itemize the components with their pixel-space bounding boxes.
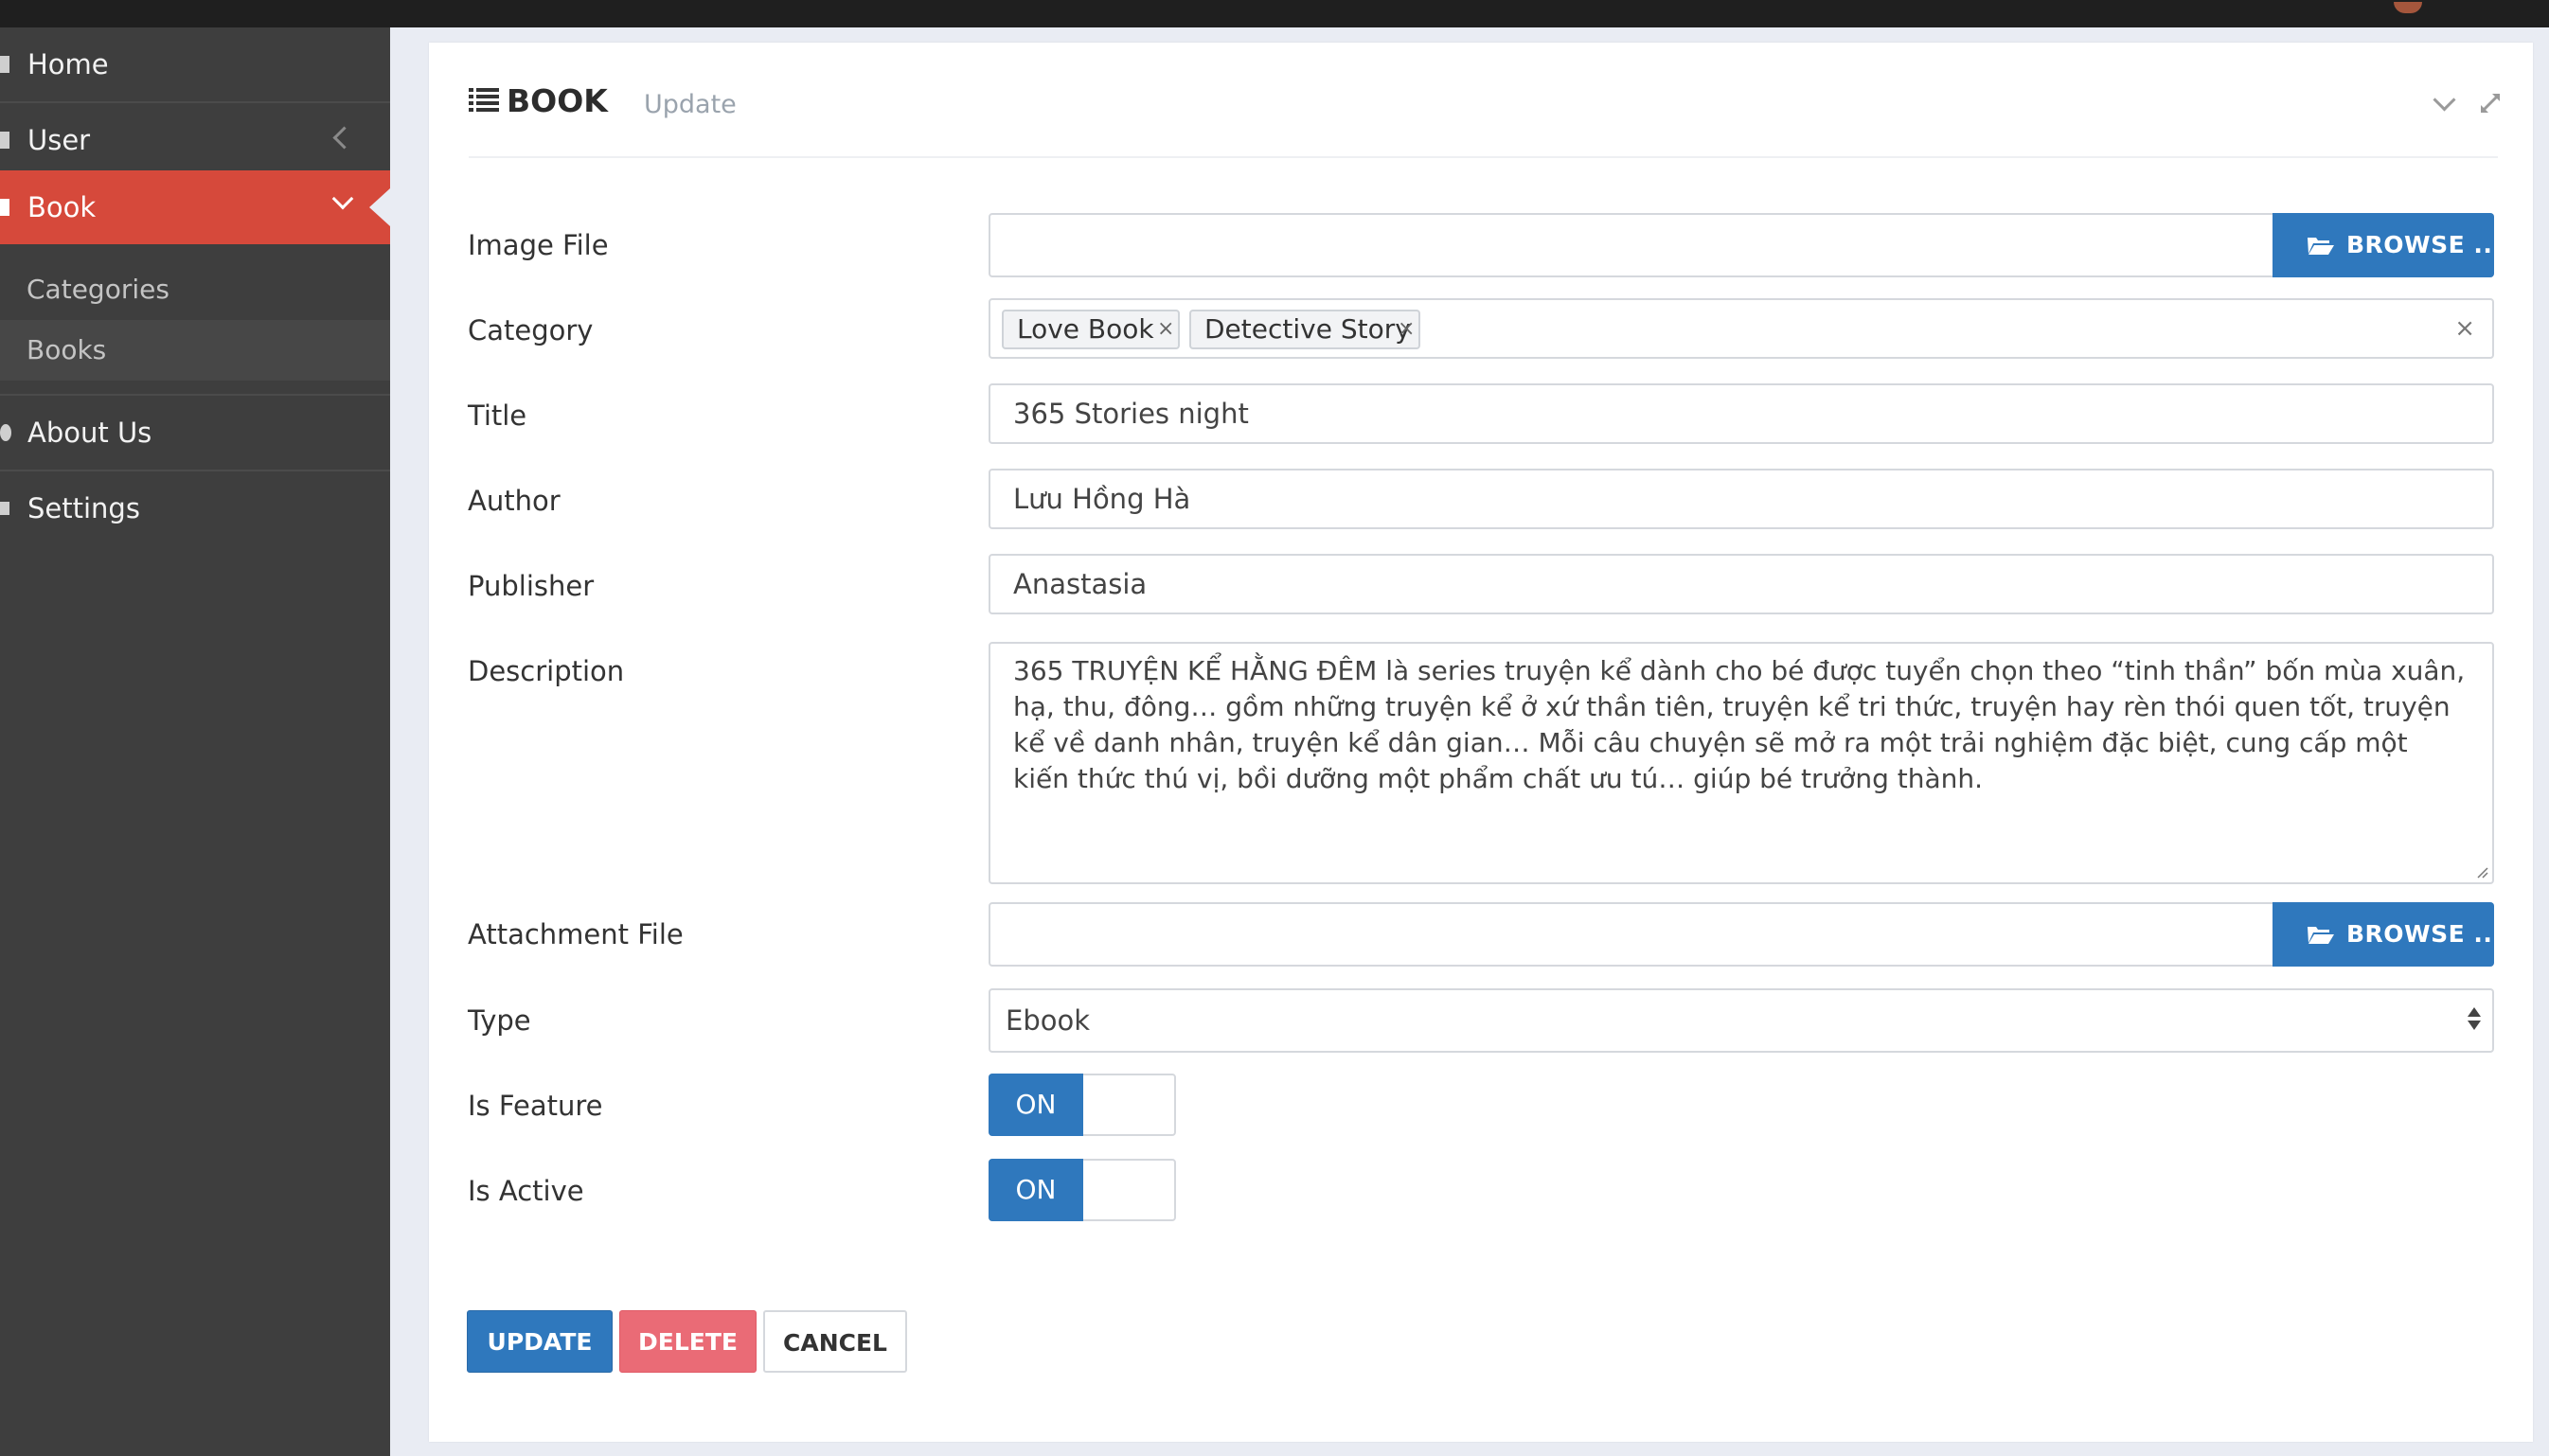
toggle-on-label: ON: [989, 1074, 1083, 1136]
sidebar: Home User Book Categories Books About Us…: [0, 27, 390, 1456]
browse-label: BROWSE ...: [2346, 920, 2503, 948]
book-icon: [0, 199, 9, 216]
is-active-toggle[interactable]: ON: [989, 1159, 1176, 1221]
active-notch: [369, 188, 390, 226]
tag-remove-icon[interactable]: ×: [1157, 311, 1174, 347]
attachment-file-label: Attachment File: [468, 918, 684, 950]
image-browse-button[interactable]: BROWSE ...: [2273, 213, 2502, 277]
tag-remove-icon[interactable]: ×: [1398, 311, 1415, 347]
is-active-label: Is Active: [468, 1175, 584, 1207]
chevron-down-icon: [331, 187, 354, 210]
image-file-label: Image File: [468, 229, 609, 261]
tag-label: Love Book: [1017, 313, 1154, 345]
cancel-button[interactable]: CANCEL: [763, 1310, 907, 1373]
title-label: Title: [468, 400, 527, 432]
browse-label: BROWSE ...: [2346, 231, 2503, 258]
category-tag-love-book: Love Book ×: [1002, 310, 1180, 349]
folder-open-icon: [2308, 238, 2334, 255]
category-label: Category: [468, 314, 594, 346]
update-button[interactable]: UPDATE: [467, 1310, 613, 1373]
sidebar-item-label: Settings: [27, 492, 140, 524]
book-update-panel: BOOK Update Image File BROWSE ... Catego…: [429, 43, 2533, 1442]
list-icon: [469, 88, 499, 113]
collapse-chevron-icon[interactable]: [2433, 88, 2456, 112]
is-feature-label: Is Feature: [468, 1090, 603, 1122]
category-tag-detective-story: Detective Story ×: [1189, 310, 1420, 349]
sidebar-item-user[interactable]: User: [0, 103, 390, 177]
tag-label: Detective Story: [1204, 313, 1411, 345]
description-label: Description: [468, 655, 625, 687]
chevron-left-icon: [332, 126, 356, 150]
publisher-label: Publisher: [468, 570, 595, 602]
image-file-input[interactable]: BROWSE ...: [989, 213, 2502, 277]
sidebar-subitem-books[interactable]: Books: [0, 320, 390, 381]
category-multiselect[interactable]: Love Book × Detective Story × ×: [989, 298, 2494, 359]
home-icon: [0, 56, 9, 73]
author-label: Author: [468, 485, 561, 517]
folder-open-icon: [2308, 927, 2334, 944]
sidebar-subitem-categories[interactable]: Categories: [0, 259, 390, 320]
sidebar-item-book[interactable]: Book: [0, 170, 390, 244]
publisher-value: Anastasia: [1013, 568, 1148, 600]
sidebar-item-label: User: [27, 124, 91, 156]
gear-icon: [0, 502, 9, 515]
sidebar-item-about-us[interactable]: About Us: [0, 396, 390, 470]
page-title: BOOK: [507, 82, 608, 119]
type-select[interactable]: Ebook: [989, 988, 2494, 1053]
resize-grip-icon[interactable]: [2475, 865, 2488, 879]
delete-button[interactable]: DELETE: [619, 1310, 757, 1373]
description-value: 365 TRUYỆN KỂ HẰNG ĐÊM là series truyện …: [1013, 655, 2466, 794]
sidebar-item-label: About Us: [27, 417, 152, 449]
description-textarea[interactable]: 365 TRUYỆN KỂ HẰNG ĐÊM là series truyện …: [989, 642, 2494, 884]
sidebar-item-label: Home: [27, 48, 109, 80]
clear-all-icon[interactable]: ×: [2454, 300, 2475, 357]
title-value: 365 Stories night: [1013, 398, 1249, 430]
expand-icon[interactable]: [2479, 92, 2502, 115]
select-arrows-icon: [2468, 1007, 2481, 1032]
publisher-input[interactable]: Anastasia: [989, 554, 2494, 614]
avatar[interactable]: [2394, 2, 2422, 13]
sidebar-subitem-label: Categories: [27, 274, 169, 305]
sidebar-item-settings[interactable]: Settings: [0, 471, 390, 545]
attachment-browse-button[interactable]: BROWSE ...: [2273, 902, 2502, 967]
author-input[interactable]: Lưu Hồng Hà: [989, 469, 2494, 529]
attachment-file-input[interactable]: BROWSE ...: [989, 902, 2502, 967]
type-value: Ebook: [1006, 1004, 1091, 1037]
author-value: Lưu Hồng Hà: [1013, 483, 1191, 515]
page-subtitle: Update: [644, 90, 737, 119]
type-label: Type: [468, 1004, 531, 1037]
header-divider: [469, 156, 2498, 158]
info-icon: [0, 424, 11, 441]
sidebar-item-label: Book: [27, 191, 97, 223]
title-input[interactable]: 365 Stories night: [989, 383, 2494, 444]
sidebar-subitem-label: Books: [27, 334, 107, 365]
sidebar-item-home[interactable]: Home: [0, 27, 390, 101]
top-bar: [0, 0, 2549, 27]
toggle-on-label: ON: [989, 1159, 1083, 1221]
is-feature-toggle[interactable]: ON: [989, 1074, 1176, 1136]
user-icon: [0, 132, 9, 149]
